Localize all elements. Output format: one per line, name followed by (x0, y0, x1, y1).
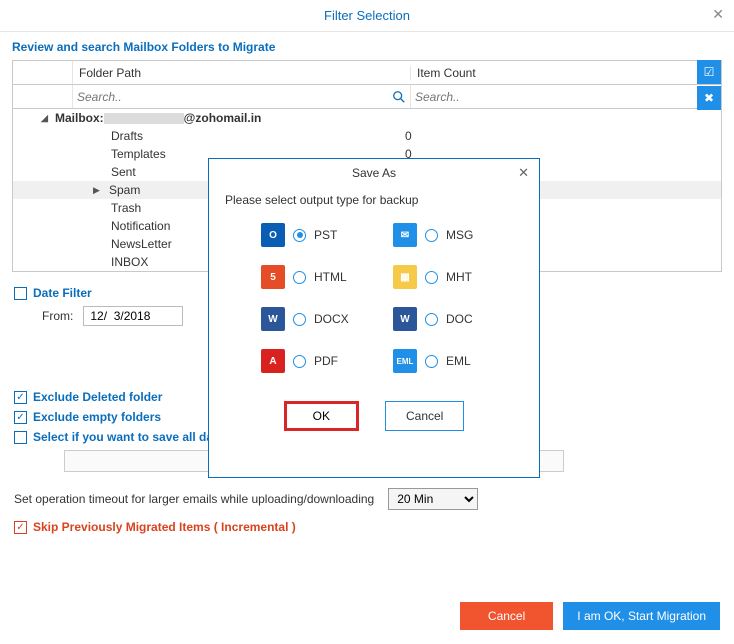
mailbox-domain: @zohomail.in (184, 111, 262, 125)
format-doc[interactable]: WDOC (393, 307, 499, 331)
radio[interactable] (425, 313, 438, 326)
radio[interactable] (293, 355, 306, 368)
cancel-button[interactable]: Cancel (460, 602, 553, 630)
start-migration-button[interactable]: I am OK, Start Migration (563, 602, 720, 630)
redacted-mailbox-user (104, 113, 184, 124)
word-icon: W (261, 307, 285, 331)
eml-icon: EML (393, 349, 417, 373)
search-icon[interactable] (392, 90, 406, 104)
mht-icon: ▦ (393, 265, 417, 289)
outlook-icon: O (261, 223, 285, 247)
window-close-icon[interactable]: ✕ (712, 6, 724, 23)
skip-migrated-checkbox[interactable] (14, 521, 27, 534)
format-eml[interactable]: EMLEML (393, 349, 499, 373)
search-count-input[interactable] (415, 90, 703, 104)
search-folder-input[interactable] (77, 90, 392, 104)
chevron-down-icon[interactable]: ◢ (41, 113, 53, 124)
save-all-checkbox[interactable] (14, 431, 27, 444)
dialog-cancel-button[interactable]: Cancel (385, 401, 464, 431)
word-icon: W (393, 307, 417, 331)
radio[interactable] (425, 355, 438, 368)
save-as-dialog: Save As ✕ Please select output type for … (208, 158, 540, 478)
dialog-ok-button[interactable]: OK (284, 401, 359, 431)
from-date-input[interactable] (83, 306, 183, 326)
exclude-deleted-checkbox[interactable] (14, 391, 27, 404)
dialog-title: Save As (352, 166, 396, 180)
html5-icon: 5 (261, 265, 285, 289)
exclude-empty-checkbox[interactable] (14, 411, 27, 424)
dialog-message: Please select output type for backup (209, 187, 539, 217)
dialog-close-icon[interactable]: ✕ (518, 165, 529, 181)
format-html[interactable]: 5HTML (261, 265, 367, 289)
column-item-count[interactable]: Item Count (411, 66, 721, 80)
column-folder-path[interactable]: Folder Path (73, 66, 411, 80)
format-pst[interactable]: OPST (261, 223, 367, 247)
envelope-icon: ✉ (393, 223, 417, 247)
window-titlebar: Filter Selection ✕ (0, 0, 734, 32)
folder-drafts[interactable]: Drafts0 (13, 127, 721, 145)
page-subtitle: Review and search Mailbox Folders to Mig… (0, 32, 734, 60)
date-filter-checkbox[interactable] (14, 287, 27, 300)
skip-migrated-label: Skip Previously Migrated Items ( Increme… (33, 520, 296, 534)
exclude-deleted-label: Exclude Deleted folder (33, 390, 162, 404)
radio[interactable] (425, 271, 438, 284)
radio[interactable] (425, 229, 438, 242)
date-filter-label: Date Filter (33, 286, 92, 300)
select-all-button[interactable]: ☑ (697, 60, 721, 84)
mailbox-row[interactable]: ◢ Mailbox: @zohomail.in (13, 109, 721, 127)
exclude-empty-label: Exclude empty folders (33, 410, 161, 424)
radio[interactable] (293, 313, 306, 326)
mailbox-label: Mailbox: (55, 111, 104, 125)
from-label: From: (42, 309, 73, 323)
format-msg[interactable]: ✉MSG (393, 223, 499, 247)
deselect-all-button[interactable]: ✖ (697, 86, 721, 110)
timeout-select[interactable]: 20 Min (388, 488, 478, 510)
pdf-icon: A (261, 349, 285, 373)
format-docx[interactable]: WDOCX (261, 307, 367, 331)
radio[interactable] (293, 229, 306, 242)
format-mht[interactable]: ▦MHT (393, 265, 499, 289)
window-title: Filter Selection (324, 8, 410, 23)
format-pdf[interactable]: APDF (261, 349, 367, 373)
timeout-label: Set operation timeout for larger emails … (14, 492, 374, 506)
radio[interactable] (293, 271, 306, 284)
chevron-right-icon[interactable]: ▶ (93, 185, 103, 196)
